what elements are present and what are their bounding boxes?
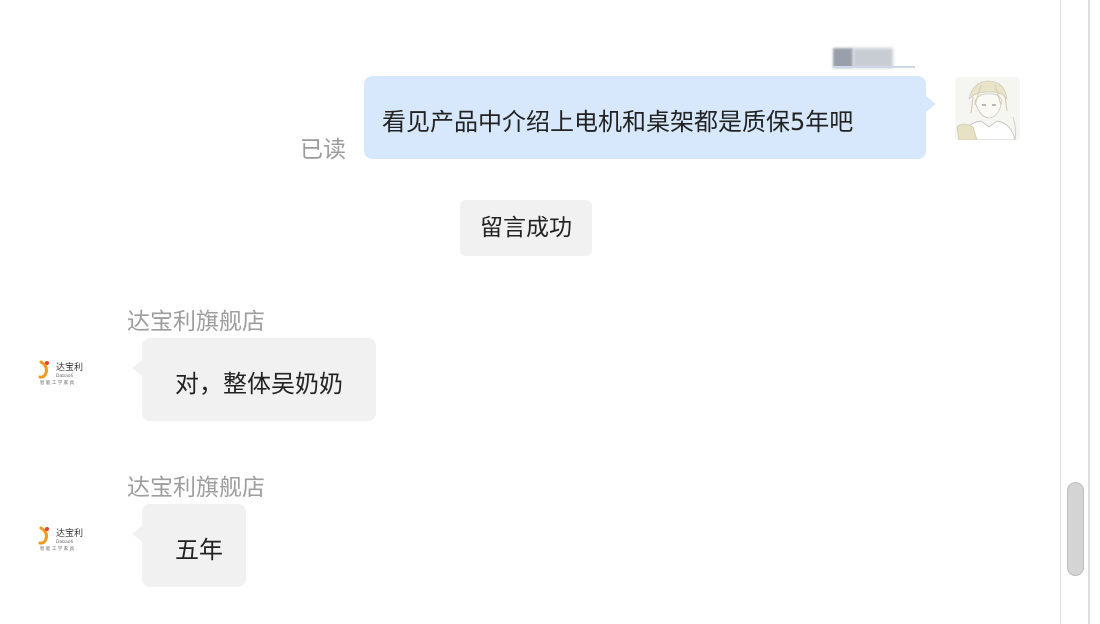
svg-text:达宝利: 达宝利: [56, 361, 83, 373]
incoming-message-text: 五年: [175, 536, 223, 564]
incoming-message-text: 对，整体吴奶奶: [175, 370, 343, 398]
shop-logo-icon: 达宝利 Dabaoli 智 能 工 学 家 具: [38, 360, 83, 386]
incoming-message-bubble[interactable]: 五年: [132, 504, 246, 587]
user-avatar-illustration: [955, 77, 1020, 140]
shop-avatar[interactable]: 达宝利 Dabaoli 智 能 工 学 家 具: [38, 360, 88, 386]
shop-avatar[interactable]: 达宝利 Dabaoli 智 能 工 学 家 具: [38, 526, 88, 552]
svg-text:智 能 工 学 家 具: 智 能 工 学 家 具: [40, 545, 75, 552]
chat-panel-divider: [1060, 0, 1061, 624]
svg-text:智 能 工 学 家 具: 智 能 工 学 家 具: [40, 379, 75, 386]
incoming-message-bubble[interactable]: 对，整体吴奶奶: [132, 338, 376, 421]
sender-name: 达宝利旗舰店: [127, 309, 265, 335]
svg-text:达宝利: 达宝利: [56, 527, 83, 539]
outgoing-message-text: 看见产品中介绍上电机和桌架都是质保5年吧: [382, 108, 854, 136]
sender-name: 达宝利旗舰店: [127, 475, 265, 501]
svg-text:Dabaoli: Dabaoli: [56, 539, 73, 545]
blurred-username: [833, 48, 915, 68]
svg-text:Dabaoli: Dabaoli: [56, 373, 73, 379]
shop-logo-icon: 达宝利 Dabaoli 智 能 工 学 家 具: [38, 526, 83, 552]
user-avatar[interactable]: [955, 77, 1020, 140]
system-notice: 留言成功: [460, 200, 592, 256]
chat-message-area: 看见产品中介绍上电机和桌架都是质保5年吧 已读 留言成功 达宝利旗舰店 达宝利 …: [0, 0, 1060, 624]
scrollbar-thumb[interactable]: [1067, 482, 1084, 576]
read-status-label: 已读: [300, 137, 346, 163]
window-right-edge: [1088, 0, 1090, 624]
outgoing-message-bubble[interactable]: 看见产品中介绍上电机和桌架都是质保5年吧: [364, 76, 936, 159]
